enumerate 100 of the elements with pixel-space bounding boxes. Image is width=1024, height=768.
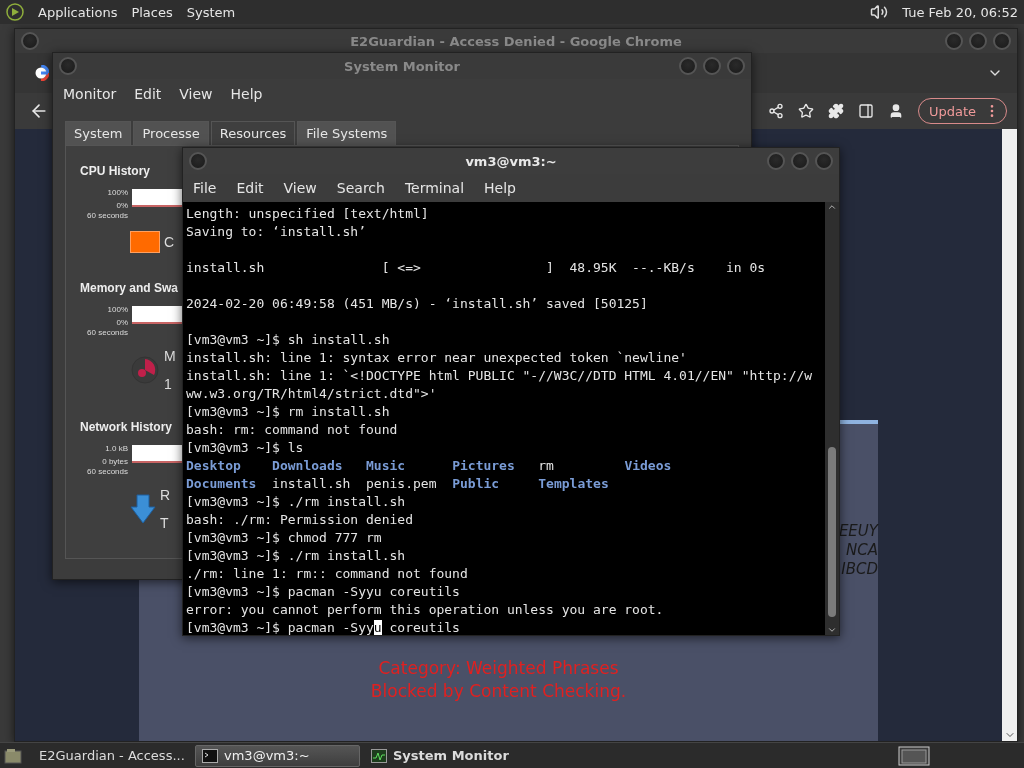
scrollbar[interactable] — [1002, 129, 1017, 741]
tab[interactable]: Processe — [133, 121, 209, 145]
window-menu-button[interactable] — [21, 32, 39, 50]
terminal-line: install.sh: line 1: `<!DOCTYPE html PUBLIC "-//W3C//DTD HTML 4.01//EN" "http://w — [186, 367, 814, 385]
window-control-button[interactable] — [815, 152, 833, 170]
terminal-line: Length: unspecified [text/html] — [186, 205, 430, 223]
terminal-line: bash: rm: command not found — [186, 421, 399, 439]
window-control-button[interactable] — [969, 32, 987, 50]
google-icon — [33, 65, 49, 81]
axis-label: 1.0 kB — [105, 444, 128, 454]
scrollbar-thumb[interactable] — [828, 447, 836, 617]
scroll-up-icon[interactable] — [827, 202, 837, 212]
terminal-line: [vm3@vm3 ~]$ chmod 777 rm — [186, 529, 383, 547]
directory-name: Music — [366, 458, 406, 473]
window-menu-button[interactable] — [59, 57, 77, 75]
terminal-line: [vm3@vm3 ~]$ ./rm install.sh — [186, 547, 407, 565]
window-control-button[interactable] — [791, 152, 809, 170]
show-desktop-icon[interactable] — [4, 747, 22, 764]
scrollbar[interactable] — [825, 202, 839, 635]
legend-text: R — [160, 487, 171, 503]
legend-text: T — [160, 515, 169, 531]
taskbar-item[interactable]: E2Guardian - Access... — [26, 744, 191, 767]
share-icon[interactable] — [767, 103, 784, 119]
file-name: rm — [538, 458, 554, 473]
menu-item[interactable]: Edit — [134, 86, 162, 102]
taskbar-label: E2Guardian - Access... — [39, 748, 185, 763]
directory-name: Downloads — [272, 458, 343, 473]
workspace-switcher[interactable] — [898, 745, 930, 766]
menu-item[interactable]: Search — [336, 180, 385, 196]
terminal-line: bash: ./rm: Permission denied — [186, 511, 414, 529]
tab[interactable]: Resources — [210, 121, 296, 145]
directory-name: Documents — [186, 476, 257, 491]
side-panel-icon[interactable] — [857, 103, 874, 119]
terminal-line: [vm3@vm3 ~]$ ls — [186, 439, 305, 457]
terminal-line: install.sh: line 1: syntax error near unexpected token `newline' — [186, 349, 688, 367]
section-title: Memory and Swa — [80, 281, 179, 295]
legend-text: C — [164, 234, 175, 250]
taskbar-item[interactable]: System Monitor — [364, 744, 529, 767]
directory-name: Videos — [624, 458, 672, 473]
menu-item[interactable]: Help — [484, 180, 516, 196]
clock[interactable]: Tue Feb 20, 06:52 — [902, 4, 1018, 20]
menu-item[interactable]: Edit — [236, 180, 264, 196]
menu-item[interactable]: View — [283, 180, 317, 196]
axis-label: 60 seconds — [87, 211, 128, 221]
taskbar-item[interactable]: vm3@vm3:~ — [195, 744, 360, 767]
terminal-line: [vm3@vm3 ~]$ pacman -Syyu coreutils — [186, 583, 461, 601]
directory-name: Templates — [538, 476, 609, 491]
pie-chart-icon — [130, 355, 160, 385]
file-name: install.sh — [272, 476, 351, 491]
axis-label: 0% — [116, 318, 128, 328]
tab[interactable]: File Systems — [297, 121, 397, 145]
window-control-button[interactable] — [679, 57, 697, 75]
taskbar-label: vm3@vm3:~ — [224, 748, 310, 763]
axis-label: 60 seconds — [87, 328, 128, 338]
terminal-line: [vm3@vm3 ~]$ ./rm install.sh — [186, 493, 407, 511]
section-title: CPU History — [80, 164, 150, 178]
legend-text: 1 — [164, 376, 172, 392]
window-title: vm3@vm3:~ — [465, 153, 557, 169]
legend-text: M — [164, 348, 176, 364]
terminal-line: [vm3@vm3 ~]$ sh install.sh — [186, 331, 391, 349]
block-message: Category: Weighted Phrases — [378, 657, 619, 680]
terminal-line: install.sh [ <=> ] 48.95K --.-KB/s in 0s — [186, 259, 767, 277]
axis-label: 0% — [116, 201, 128, 211]
panel-menu[interactable]: Applications — [38, 4, 118, 20]
window-control-button[interactable] — [727, 57, 745, 75]
menu-item[interactable]: File — [193, 180, 217, 196]
terminal-line: ./rm: line 1: rm:: command not found — [186, 565, 469, 583]
system-monitor-icon — [371, 748, 387, 763]
panel-menu[interactable]: Places — [131, 4, 173, 20]
menu-item[interactable]: Help — [230, 86, 263, 102]
terminal-line: error: you cannot perform this operation unless you are root. — [186, 601, 665, 619]
terminal-line: 2024-02-20 06:49:58 (451 MB/s) - ‘install.sh’ saved [50125] — [186, 295, 649, 313]
panel-menu[interactable]: System — [186, 4, 236, 20]
distro-logo-icon[interactable] — [6, 3, 24, 21]
cpu-color-swatch[interactable] — [130, 231, 160, 253]
menu-item[interactable]: View — [179, 86, 213, 102]
window-control-button[interactable] — [703, 57, 721, 75]
window-control-button[interactable] — [993, 32, 1011, 50]
menu-item[interactable]: Monitor — [63, 86, 117, 102]
scroll-down-icon[interactable] — [827, 625, 837, 635]
terminal-line: ww.w3.org/TR/html4/strict.dtd">' — [186, 385, 438, 403]
axis-label: 100% — [107, 305, 128, 315]
window-menu-button[interactable] — [189, 152, 207, 170]
extensions-icon[interactable] — [827, 103, 844, 119]
directory-name: Public — [452, 476, 500, 491]
taskbar-label: System Monitor — [393, 748, 509, 763]
file-name: penis.pem — [366, 476, 437, 491]
menu-item[interactable]: Terminal — [404, 180, 465, 196]
down-arrow-icon — [130, 494, 156, 524]
window-control-button[interactable] — [945, 32, 963, 50]
page-text: IBCD — [841, 560, 878, 579]
terminal-line[interactable]: [vm3@vm3 ~]$ pacman -Syyu coreutils — [186, 619, 822, 635]
volume-icon[interactable] — [870, 3, 889, 21]
directory-name: Pictures — [452, 458, 515, 473]
page-text: EEUY — [838, 522, 878, 541]
axis-label: 100% — [107, 188, 128, 198]
window-control-button[interactable] — [767, 152, 785, 170]
terminal-icon — [202, 748, 218, 763]
bookmark-star-icon[interactable] — [797, 103, 814, 119]
tab[interactable]: System — [65, 121, 132, 145]
